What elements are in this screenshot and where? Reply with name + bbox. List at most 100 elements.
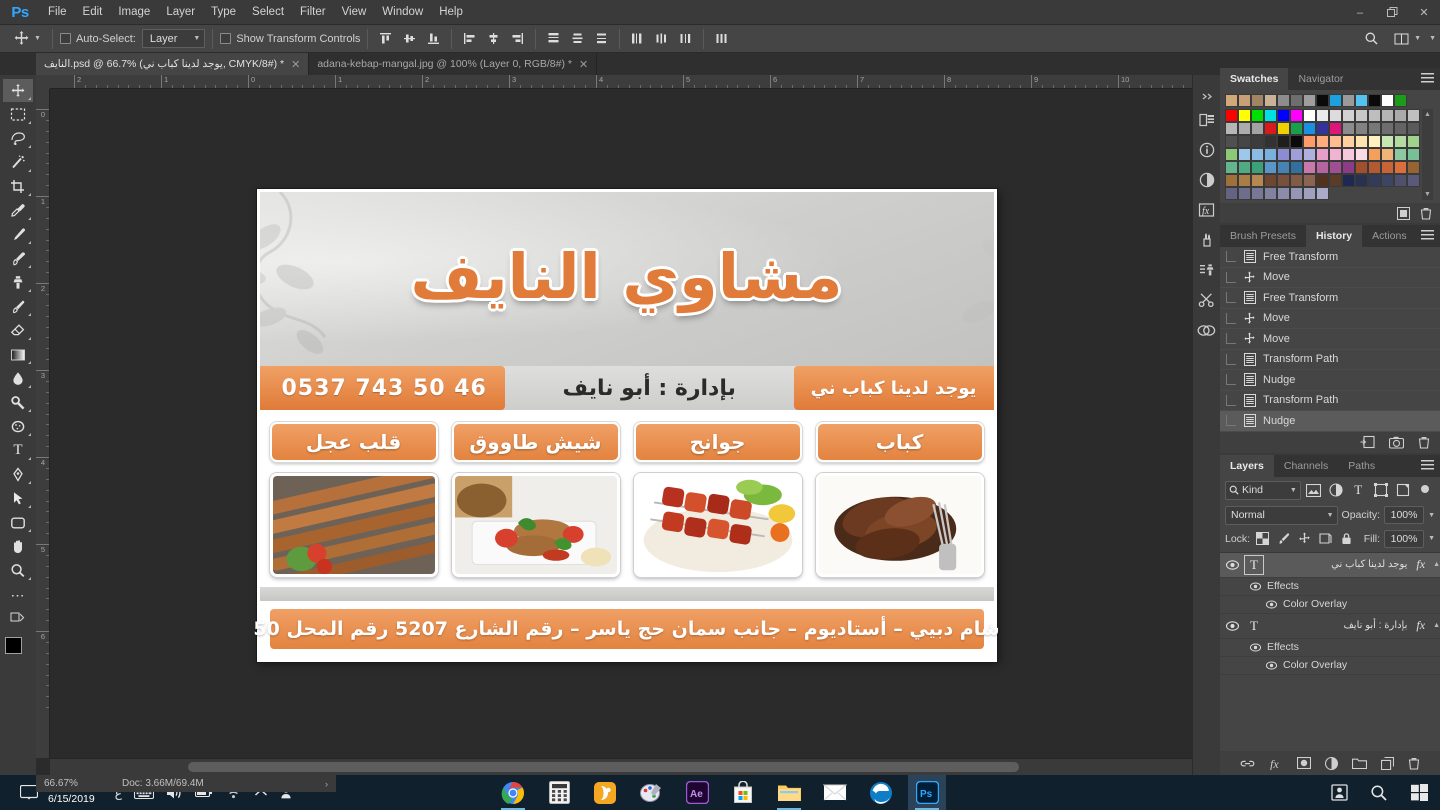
blur-tool[interactable] [3,367,33,390]
swatch-cell[interactable] [1277,109,1290,122]
layer-effects-badge[interactable]: fx [1416,557,1428,572]
effect-visibility-toggle[interactable] [1264,599,1278,609]
auto-select-checkbox[interactable]: Auto-Select: [59,33,136,45]
layer-effects-group[interactable]: Effects [1220,639,1440,657]
lasso-tool[interactable] [3,127,33,150]
swatch-cell[interactable] [1368,161,1381,174]
swatches-recent-row[interactable] [1220,90,1440,107]
swatch-cell[interactable] [1238,187,1251,200]
layer-filter-kind-dropdown[interactable]: Kind ▼ [1225,480,1301,500]
search-icon[interactable] [1366,780,1392,806]
libraries-panel-button[interactable] [1195,107,1219,133]
clone-stamp-tool[interactable] [3,271,33,294]
swatch-cell[interactable] [1264,94,1277,107]
layer-visibility-toggle[interactable] [1225,620,1239,631]
gradient-tool[interactable] [3,343,33,366]
history-state-item[interactable]: Transform Path [1220,350,1440,370]
tab-brush-presets[interactable]: Brush Presets [1220,225,1306,247]
effect-visibility-toggle[interactable] [1264,660,1278,670]
effect-visibility-toggle[interactable] [1248,581,1262,591]
swatch-cell[interactable] [1225,122,1238,135]
people-icon[interactable] [1326,780,1352,806]
menu-layer[interactable]: Layer [158,2,203,22]
menu-type[interactable]: Type [203,2,244,22]
document-tab-nayef[interactable]: النايف.psd @ 66.7% (يوجد لدينا كباب ني, … [36,53,310,75]
swatches-scrollbar[interactable]: ▲ ▼ [1422,109,1433,200]
swatch-cell[interactable] [1368,148,1381,161]
history-state-item[interactable]: Move [1220,309,1440,329]
swatch-cell[interactable] [1251,135,1264,148]
swatch-cell[interactable] [1290,109,1303,122]
swatch-cell[interactable] [1381,174,1394,187]
align-left-edges-button[interactable] [459,28,480,49]
document-size[interactable]: Doc: 3.66M/69.4M [122,778,325,789]
sponge-tool[interactable] [3,415,33,438]
taskbar-app-paint[interactable] [632,775,670,810]
adjustments-panel-button[interactable] [1195,167,1219,193]
scissors-tool-button[interactable] [1195,287,1219,313]
swatch-cell[interactable] [1225,109,1238,122]
restore-button[interactable] [1376,0,1408,25]
swatch-cell[interactable] [1381,148,1394,161]
swatch-cell[interactable] [1381,109,1394,122]
swatch-cell[interactable] [1225,94,1238,107]
swatch-cell[interactable] [1238,94,1251,107]
swatch-cell[interactable] [1264,187,1277,200]
layer-expand-chevron[interactable]: ▲ [1433,561,1440,568]
more-tools-button[interactable]: ⋯ [3,583,33,606]
swatch-cell[interactable] [1407,122,1420,135]
create-document-from-state-icon[interactable] [1360,435,1375,449]
swatch-cell[interactable] [1277,135,1290,148]
opacity-value[interactable]: 100% [1384,506,1425,524]
history-brush-tool[interactable] [3,295,33,318]
swatch-cell[interactable] [1264,174,1277,187]
scroll-up-chevron[interactable]: ▲ [1424,111,1431,118]
swatch-cell[interactable] [1251,122,1264,135]
align-horizontal-centers-button[interactable] [483,28,504,49]
swatch-cell[interactable] [1303,122,1316,135]
arrange-documents-button[interactable]: ▼ [1386,28,1425,50]
layer-effects-badge[interactable]: fx [1416,618,1428,633]
history-states-list[interactable]: Free Transform Move Free Transform Move Move… [1220,247,1440,432]
history-snapshot-toggle[interactable] [1226,353,1236,365]
menu-help[interactable]: Help [431,2,471,22]
swatch-cell[interactable] [1355,148,1368,161]
swatch-cell[interactable] [1290,94,1303,107]
tab-swatches[interactable]: Swatches [1220,68,1289,90]
history-state-item[interactable]: Move [1220,268,1440,288]
menu-filter[interactable]: Filter [292,2,334,22]
clone-source-panel-button[interactable] [1195,257,1219,283]
swatch-cell[interactable] [1225,187,1238,200]
show-transform-controls-checkbox[interactable]: Show Transform Controls [220,33,360,45]
filter-adjustment-icon[interactable] [1326,481,1345,500]
taskbar-app-microsoft-store[interactable] [724,775,762,810]
swatch-cell[interactable] [1381,94,1394,107]
swatch-cell[interactable] [1290,135,1303,148]
align-vertical-centers-button[interactable] [399,28,420,49]
taskbar-app-google-chrome[interactable] [494,775,532,810]
new-swatch-icon[interactable] [1397,206,1410,220]
menu-edit[interactable]: Edit [75,2,111,22]
lock-all-icon[interactable] [1338,530,1355,547]
quick-mask-toggle[interactable] [3,607,33,630]
layer-visibility-toggle[interactable] [1225,559,1239,570]
delete-state-icon[interactable] [1418,436,1430,449]
swatch-cell[interactable] [1277,174,1290,187]
taskbar-app-mail[interactable] [816,775,854,810]
align-top-edges-button[interactable] [375,28,396,49]
swatch-cell[interactable] [1407,161,1420,174]
swatch-cell[interactable] [1238,122,1251,135]
swatch-cell[interactable] [1238,148,1251,161]
menu-window[interactable]: Window [374,2,431,22]
swatch-cell[interactable] [1238,109,1251,122]
path-selection-tool[interactable] [3,487,33,510]
menu-file[interactable]: File [40,2,75,22]
swatch-cell[interactable] [1290,161,1303,174]
distribute-right-edges-button[interactable] [675,28,696,49]
history-snapshot-toggle[interactable] [1226,292,1236,304]
swatch-cell[interactable] [1342,122,1355,135]
menu-view[interactable]: View [334,2,375,22]
swatches-grid[interactable] [1225,109,1420,200]
rectangular-marquee-tool[interactable] [3,103,33,126]
opacity-chevron-icon[interactable]: ▼ [1428,512,1435,519]
